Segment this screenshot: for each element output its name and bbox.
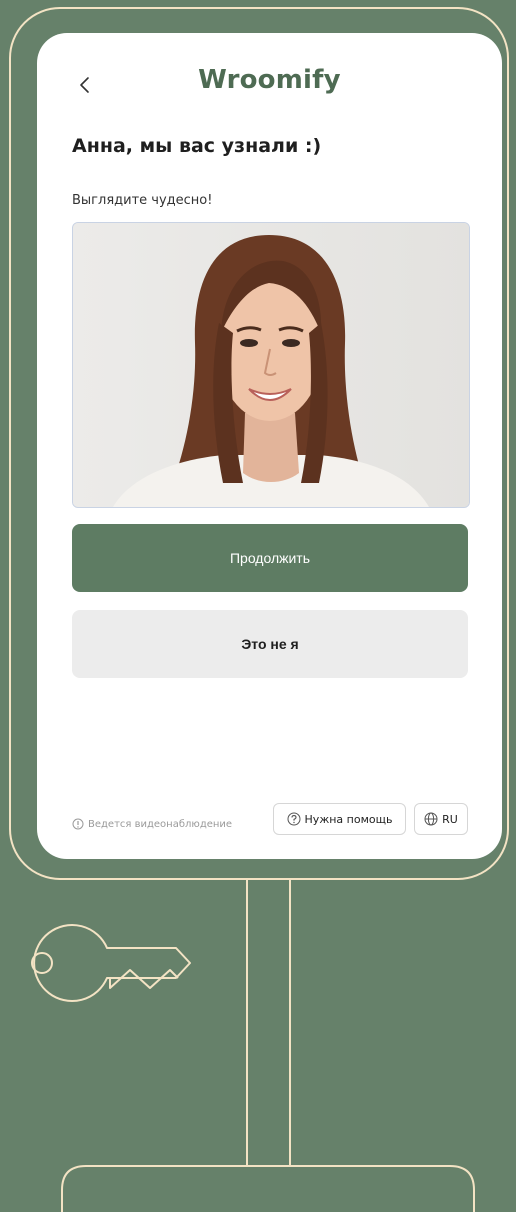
surveillance-text: Ведется видеонаблюдение (88, 818, 233, 830)
globe-icon (424, 812, 438, 826)
info-icon (72, 818, 84, 830)
language-button[interactable]: RU (414, 803, 468, 835)
key-icon (31, 924, 191, 1002)
kiosk-base-outline (61, 1165, 475, 1212)
brand-logo: Wroomify (198, 65, 341, 95)
continue-button[interactable]: Продолжить (72, 524, 468, 592)
not-me-button[interactable]: Это не я (72, 610, 468, 678)
question-icon (287, 812, 301, 826)
kiosk-screen: Wroomify Анна, мы вас узнали :) Выглядит… (37, 33, 502, 859)
help-button[interactable]: Нужна помощь (273, 803, 406, 835)
user-photo (72, 222, 470, 508)
help-label: Нужна помощь (304, 812, 393, 826)
portrait-illustration (73, 223, 469, 507)
greeting-heading: Анна, мы вас узнали :) (72, 135, 322, 157)
subtitle-text: Выглядите чудесно! (72, 193, 213, 208)
language-label: RU (442, 812, 458, 826)
surveillance-notice: Ведется видеонаблюдение (72, 818, 232, 830)
